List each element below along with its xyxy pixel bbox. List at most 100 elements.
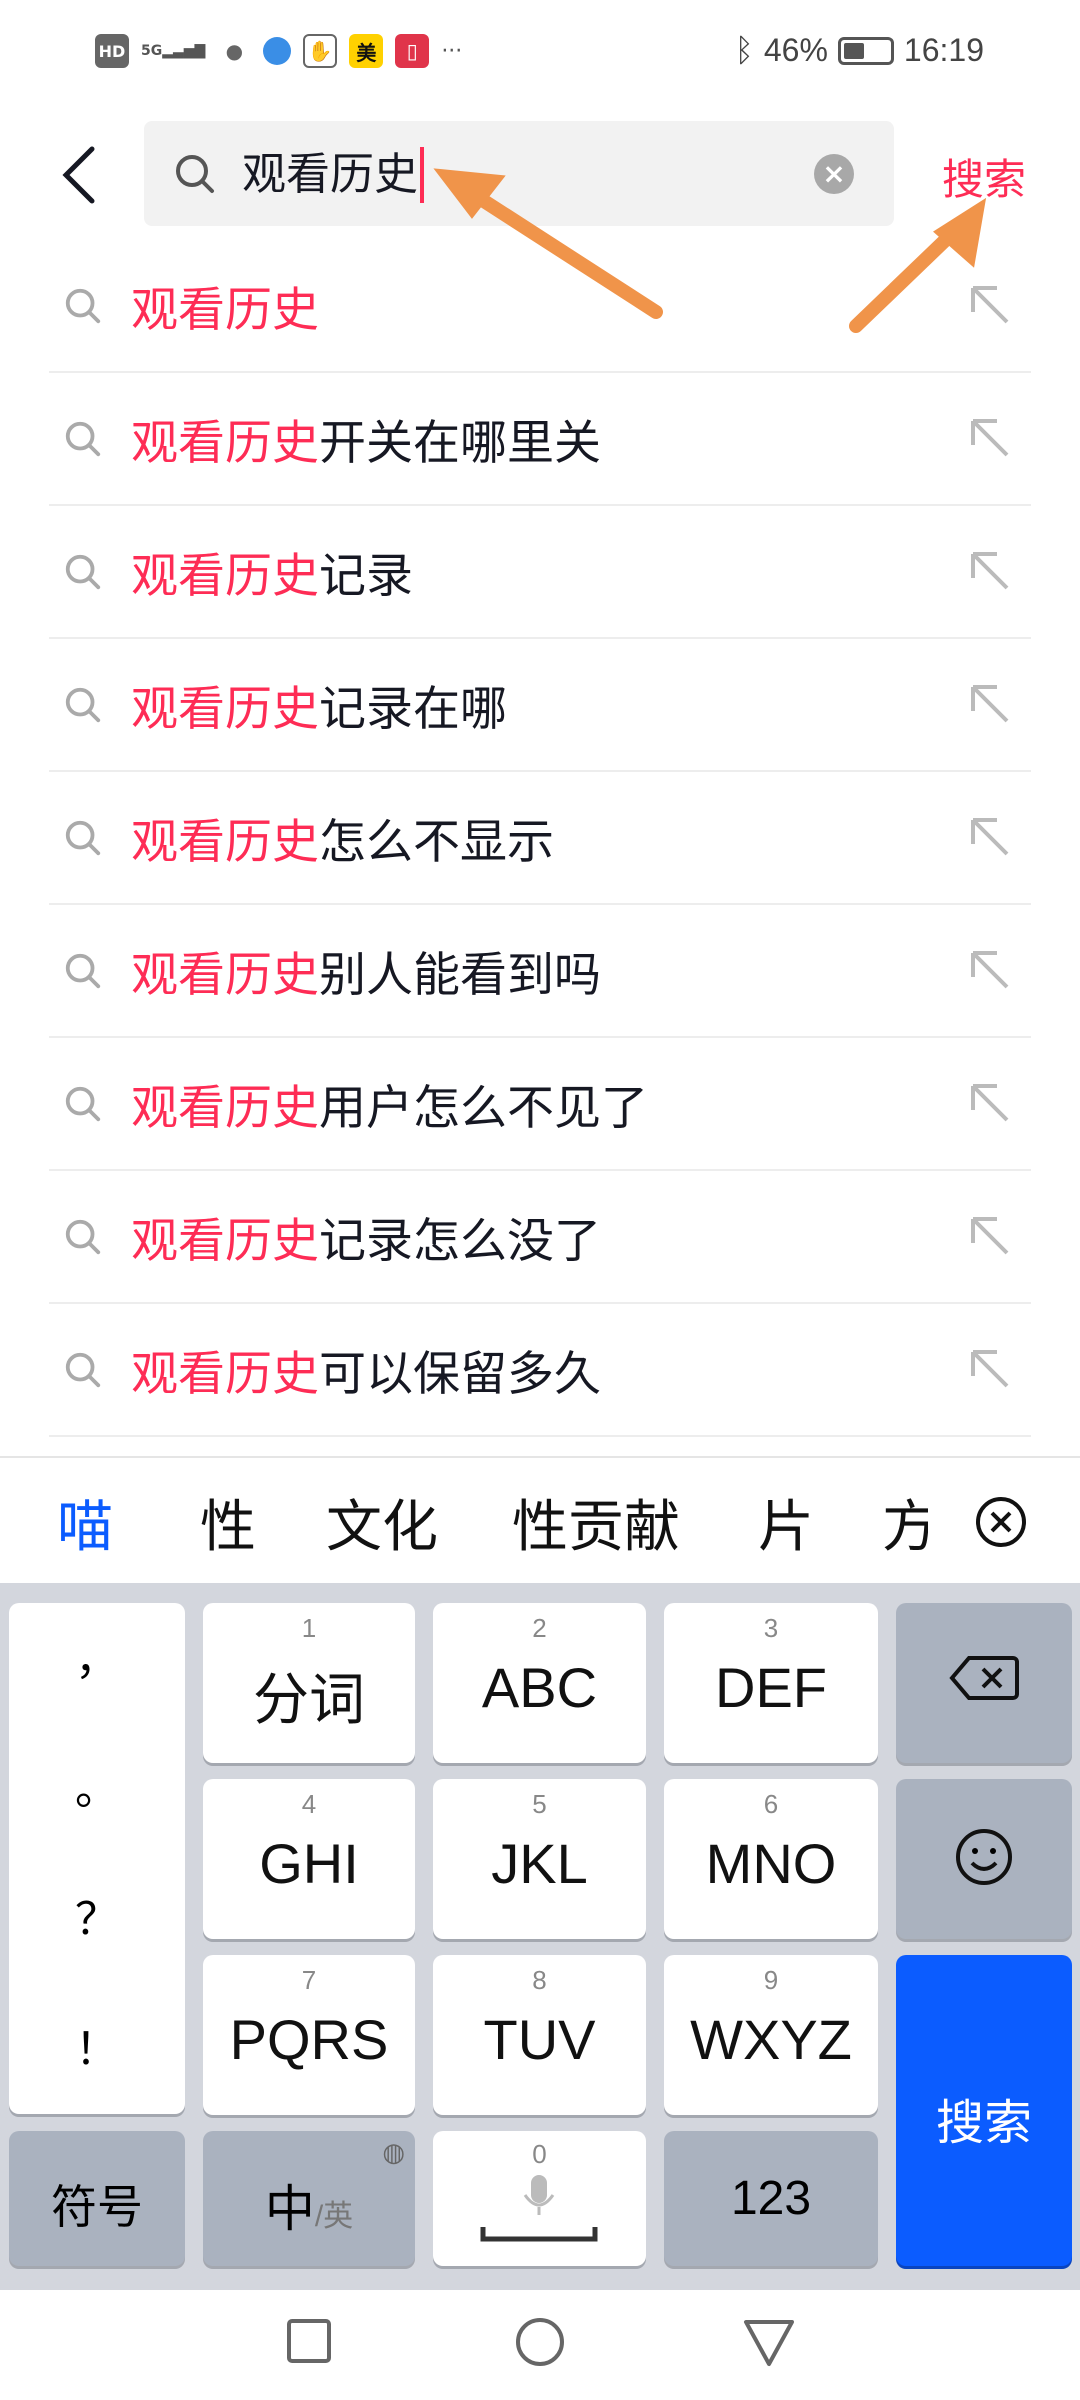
key-letters: JKL [491,1832,588,1895]
globe-icon: ◍ [382,2137,405,2167]
suggestion-highlight: 观看历史 [131,1214,319,1269]
suggestion-highlight: 观看历史 [131,682,319,737]
key-letters: GHI [259,1832,359,1895]
punct-exclaim: ！ [75,2025,119,2074]
fill-query-arrow-icon[interactable] [965,1344,1015,1394]
search-icon [65,1352,101,1387]
suggestion-rest: 开关在哪里关 [319,416,601,471]
key-number: 8 [532,1965,547,1995]
candidate[interactable]: 喵 [57,1482,113,1563]
navigation-bar [0,2290,1080,2400]
search-icon [65,554,101,589]
candidate[interactable]: 性贡献 [512,1482,680,1563]
emoji-icon [956,1829,1012,1885]
annotation-arrows [433,168,987,333]
number-label: 123 [730,2172,812,2225]
candidate[interactable]: 片 [758,1482,814,1563]
key-number: 5 [532,1789,547,1819]
search-icon [65,820,101,855]
fill-query-arrow-icon[interactable] [965,546,1015,596]
suggestion-text: 观看历史用户怎么不见了 [131,1069,648,1138]
suggestion-text: 观看历史记录怎么没了 [131,1202,601,1271]
key-letters: PQRS [229,2008,389,2071]
symbol-key[interactable]: 符号 [9,2131,185,2266]
suggestion-text: 观看历史别人能看到吗 [131,936,601,1005]
back-triangle-icon[interactable] [742,2318,796,2368]
punct-comma: ， [75,1635,119,1684]
key-number: 2 [532,1613,547,1643]
suggestion-rest: 别人能看到吗 [319,948,601,1003]
enter-label: 搜索 [935,2097,1032,2150]
fill-query-arrow-icon[interactable] [965,413,1015,463]
suggestion-item[interactable]: 观看历史记录怎么没了 [49,1171,1031,1304]
language-switch-key[interactable]: ◍ 中/英 [203,2131,415,2266]
annotation-arrowhead-search [933,197,987,268]
fill-query-arrow-icon[interactable] [965,812,1015,862]
fill-query-arrow-icon[interactable] [965,679,1015,729]
t9-key[interactable]: 3 DEF [664,1603,878,1763]
suggestion-item[interactable]: 观看历史怎么不显示 [49,772,1031,905]
candidate[interactable]: 方 [882,1482,928,1563]
suggestion-highlight: 观看历史 [131,1081,319,1136]
key-number: 7 [301,1965,317,1995]
suggestion-rest: 记录怎么没了 [319,1214,601,1269]
close-candidates-icon[interactable] [975,1496,1027,1548]
backspace-icon [949,1656,1019,1700]
annotation-arrow-input [463,185,663,319]
suggestion-highlight: 观看历史 [131,549,319,604]
mic-space-icon [480,2175,598,2242]
t9-key[interactable]: 6 MNO [664,1779,878,1939]
t9-key[interactable]: 2 ABC [433,1603,646,1763]
suggestion-rest: 可以保留多久 [319,1347,601,1402]
backspace-key[interactable] [896,1603,1072,1763]
suggestion-item[interactable]: 观看历史记录在哪 [49,639,1031,772]
fill-query-arrow-icon[interactable] [965,1078,1015,1128]
suggestion-item[interactable]: 观看历史记录 [49,506,1031,639]
key-letters: WXYZ [690,2008,852,2071]
suggestion-rest: 怎么不显示 [319,815,554,870]
lang-main: 中 [264,2181,315,2237]
search-icon [65,1219,101,1254]
key-letters: MNO [705,1832,837,1895]
suggestion-highlight: 观看历史 [131,416,319,471]
suggestion-item[interactable]: 观看历史别人能看到吗 [49,905,1031,1038]
key-number: 4 [301,1789,317,1819]
t9-key[interactable]: 4 GHI [203,1779,415,1939]
suggestion-item[interactable]: 观看历史可以保留多久 [49,1304,1031,1437]
candidate[interactable]: 性 [200,1482,256,1563]
space-key[interactable]: 0 [433,2131,646,2266]
suggestion-rest: 记录在哪 [319,682,507,737]
candidate[interactable]: 文化 [326,1482,438,1563]
keyboard: ， 。 ？ ！ 1 分词 2 ABC 3 DEF 4 GHI 5 JKL 6 MNO 7 PQRS 8 TUV… [0,1583,1080,2290]
punct-period: 。 [75,1765,119,1814]
t9-key[interactable]: 8 TUV [433,1955,646,2115]
candidate-bar: 喵 性 文化 性贡献 片 方 [0,1456,1080,1583]
symbol-label: 符号 [51,2181,143,2233]
search-icon [65,687,101,722]
suggestion-highlight: 观看历史 [131,815,319,870]
suggestion-text: 观看历史怎么不显示 [131,803,554,872]
search-enter-key[interactable]: 搜索 [896,1955,1072,2266]
key-letters: 分词 [253,1668,365,1731]
key-number: 3 [763,1613,779,1643]
t9-key[interactable]: 1 分词 [203,1603,415,1763]
suggestion-rest: 记录 [319,549,413,604]
punctuation-key[interactable]: ， 。 ？ ！ [9,1603,185,2114]
key-letters: TUV [483,2008,596,2071]
space-num: 0 [532,2139,547,2169]
key-number: 6 [763,1789,779,1819]
home-circle-icon[interactable] [514,2316,566,2368]
emoji-key[interactable] [896,1779,1072,1939]
suggestion-item[interactable]: 观看历史用户怎么不见了 [49,1038,1031,1171]
fill-query-arrow-icon[interactable] [965,945,1015,995]
number-key[interactable]: 123 [664,2131,878,2266]
recents-square-icon[interactable] [286,2318,332,2364]
search-icon [65,953,101,988]
suggestion-text: 观看历史记录在哪 [131,670,507,739]
t9-key[interactable]: 7 PQRS [203,1955,415,2115]
search-icon [65,1086,101,1121]
t9-key[interactable]: 5 JKL [433,1779,646,1939]
t9-key[interactable]: 9 WXYZ [664,1955,878,2115]
fill-query-arrow-icon[interactable] [965,1211,1015,1261]
suggestion-text: 观看历史开关在哪里关 [131,404,601,473]
